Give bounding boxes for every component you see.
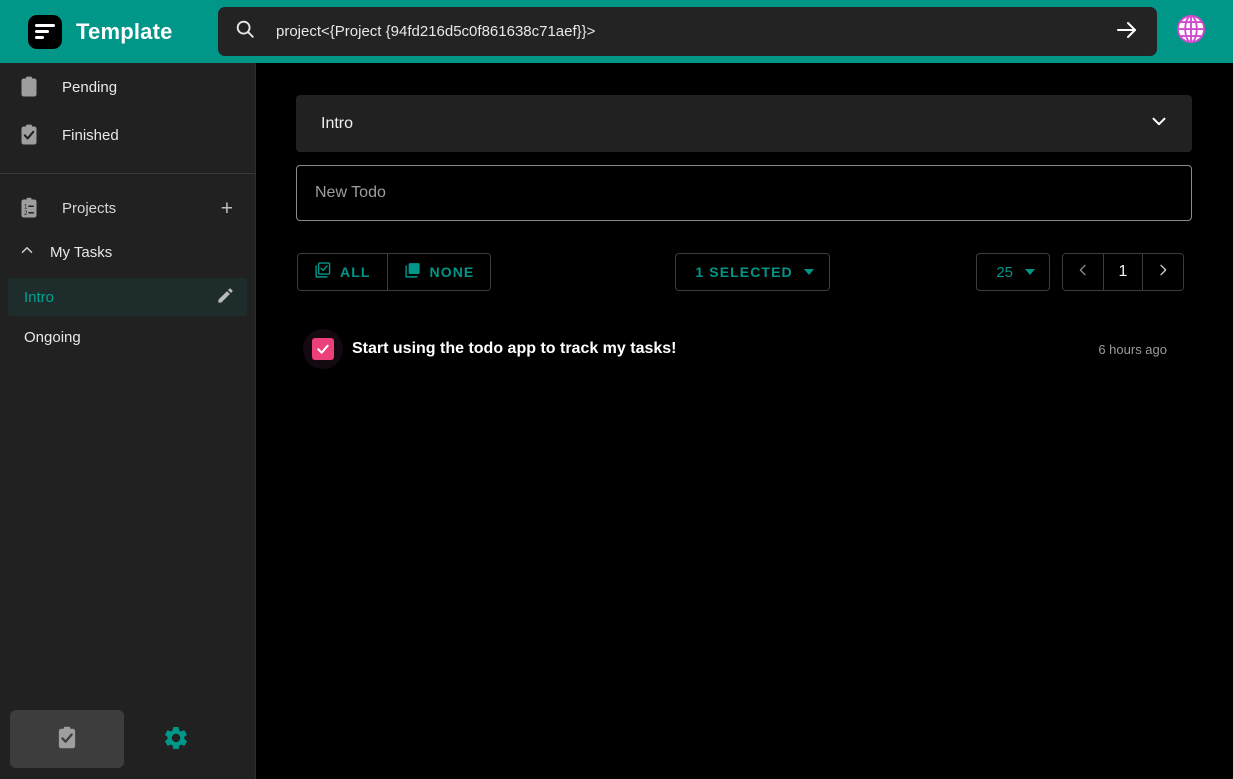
next-page-button[interactable] (1143, 254, 1183, 290)
select-all-button[interactable]: ALL (298, 254, 387, 290)
chevron-right-icon (1155, 262, 1171, 283)
caret-down-icon (1025, 269, 1035, 275)
sidebar-task-list: Intro Ongoing (0, 272, 255, 358)
pagination: 1 (1062, 253, 1184, 291)
sidebar: Pending Finished 1 2 Projects + My Tasks… (0, 63, 256, 779)
accordion-title: Intro (321, 114, 354, 132)
sidebar-item-finished[interactable]: Finished (0, 111, 255, 159)
chevron-left-icon (1075, 262, 1091, 283)
new-todo-input[interactable] (315, 184, 1173, 202)
search-icon (234, 18, 256, 45)
gear-icon (162, 724, 190, 755)
select-all-check-icon (314, 262, 331, 282)
chevron-up-icon (18, 241, 36, 263)
app-root: Template project<{Project {94fd216d5c0f8… (0, 0, 1233, 779)
todo-title[interactable]: Start using the todo app to track my tas… (350, 340, 1098, 358)
add-project-button[interactable]: + (215, 196, 239, 221)
page-size-dropdown[interactable]: 25 (976, 253, 1050, 291)
todo-list-item[interactable]: Start using the todo app to track my tas… (296, 327, 1192, 371)
select-all-label: ALL (340, 264, 371, 280)
app-title: Template (76, 18, 173, 44)
sidebar-footer (0, 699, 255, 779)
sidebar-item-intro[interactable]: Intro (8, 278, 247, 316)
library-square-icon (404, 262, 421, 282)
chevron-down-icon[interactable] (1148, 110, 1170, 137)
todo-checkbox[interactable] (296, 329, 350, 369)
sidebar-projects-label: Projects (62, 199, 117, 217)
list-toolbar: ALL NONE 1 SELECTED 25 1 (296, 251, 1192, 293)
select-none-label: NONE (429, 264, 475, 280)
clipboard-check-icon (54, 725, 80, 754)
sidebar-group-my-tasks[interactable]: My Tasks (0, 232, 255, 272)
sidebar-item-label: Pending (62, 78, 118, 96)
settings-button[interactable] (124, 710, 228, 768)
arrow-right-icon (1115, 18, 1139, 45)
sidebar-item-ongoing[interactable]: Ongoing (8, 318, 247, 356)
caret-down-icon (803, 269, 814, 275)
clipboard-check-icon (16, 123, 42, 147)
selection-button-group: ALL NONE (297, 253, 492, 291)
selected-count-dropdown[interactable]: 1 SELECTED (675, 253, 830, 291)
checkbox-checked-icon (312, 338, 334, 360)
sidebar-item-label: Finished (62, 126, 119, 144)
app-body: Pending Finished 1 2 Projects + My Tasks… (0, 63, 1233, 779)
svg-text:2: 2 (24, 210, 28, 217)
stack-lines-icon (28, 14, 62, 49)
select-none-button[interactable]: NONE (386, 254, 491, 290)
new-todo-field[interactable] (296, 165, 1192, 221)
footer-tasks-tab[interactable] (10, 710, 124, 768)
edit-project-button[interactable] (216, 286, 235, 308)
clipboard-icon (16, 75, 42, 99)
project-accordion-header[interactable]: Intro (296, 95, 1192, 152)
prev-page-button[interactable] (1063, 254, 1103, 290)
sidebar-task-label: Intro (24, 288, 55, 306)
selected-count-label: 1 SELECTED (695, 264, 793, 280)
language-globe-button[interactable] (1167, 14, 1215, 49)
page-size-label: 25 (996, 263, 1013, 281)
checkbox-ripple (303, 329, 343, 369)
main-content: Intro New Todo ALL NONE 1 SELECTED 25 1 … (256, 63, 1233, 779)
app-header: Template project<{Project {94fd216d5c0f8… (0, 0, 1233, 63)
sidebar-task-label: Ongoing (24, 328, 81, 346)
brand: Template (28, 14, 190, 49)
todo-timestamp: 6 hours ago (1098, 341, 1167, 357)
search-submit-button[interactable] (1115, 18, 1139, 45)
search-input[interactable]: project<{Project {94fd216d5c0f861638c71a… (270, 23, 1101, 40)
clipboard-list-icon: 1 2 (16, 196, 42, 220)
sidebar-divider (0, 173, 255, 174)
sidebar-group-label: My Tasks (50, 243, 113, 261)
pencil-icon (216, 286, 235, 308)
globe-icon (1176, 14, 1206, 49)
sidebar-item-projects[interactable]: 1 2 Projects + (0, 184, 255, 232)
sidebar-item-pending[interactable]: Pending (0, 63, 255, 111)
current-page-number[interactable]: 1 (1103, 254, 1143, 290)
search-bar[interactable]: project<{Project {94fd216d5c0f861638c71a… (218, 7, 1157, 56)
